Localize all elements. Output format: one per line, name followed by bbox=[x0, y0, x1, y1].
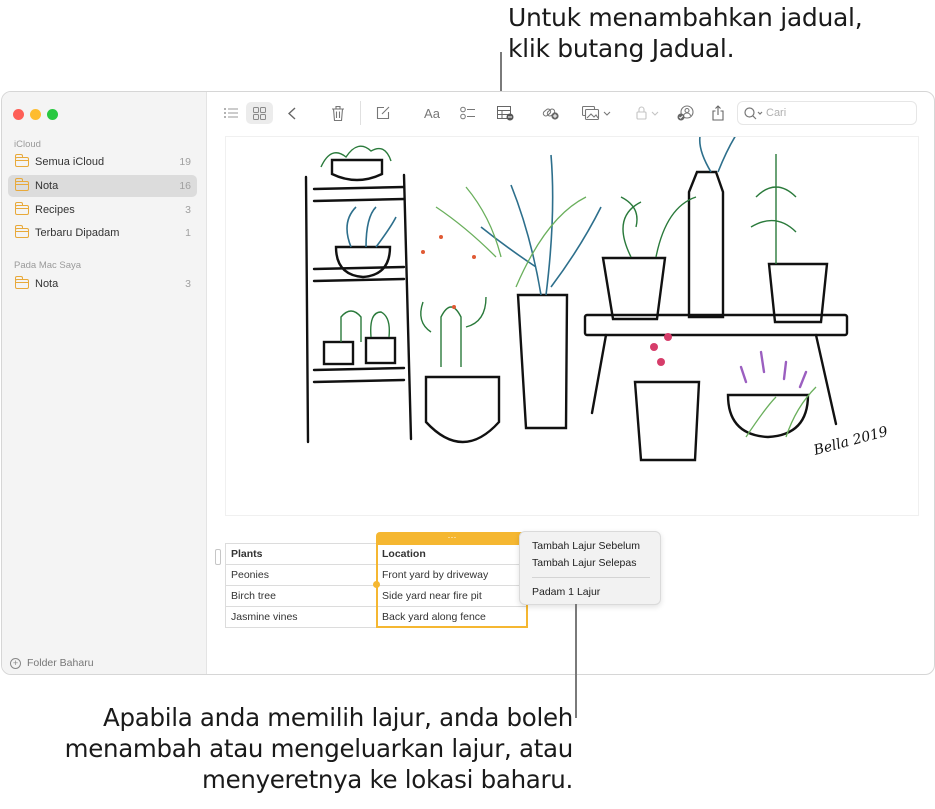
section-label-pada-mac-saya: Pada Mac Saya bbox=[14, 260, 82, 271]
table-cell[interactable]: Peonies bbox=[225, 564, 377, 586]
collaborate-button[interactable] bbox=[540, 102, 562, 124]
callout-bottom-line-3: menyeretnya ke lokasi baharu. bbox=[202, 765, 573, 794]
list-icon bbox=[224, 108, 238, 118]
folder-icon bbox=[15, 202, 29, 215]
sidebar-item-nota[interactable]: Nota 16 bbox=[8, 175, 197, 197]
plus-circle-icon: + bbox=[10, 657, 21, 669]
sidebar-item-recipes[interactable]: Recipes 3 bbox=[8, 199, 197, 221]
table-header-cell[interactable]: Location bbox=[376, 543, 528, 565]
folder-name: Semua iCloud bbox=[35, 156, 105, 168]
minimize-button[interactable] bbox=[30, 109, 41, 120]
grid-icon bbox=[253, 106, 266, 120]
close-button[interactable] bbox=[13, 109, 24, 120]
table-header-cell[interactable]: Plants bbox=[225, 543, 377, 565]
column-resize-handle[interactable] bbox=[373, 581, 380, 588]
delete-button[interactable] bbox=[329, 102, 347, 124]
person-circle-icon bbox=[677, 105, 694, 121]
drawing-signature: Bella 2019 bbox=[811, 424, 890, 459]
table-row: Jasmine vines Back yard along fence bbox=[225, 606, 528, 628]
new-folder-label: Folder Baharu bbox=[27, 657, 94, 669]
plant-drawing[interactable]: Bella 2019 bbox=[225, 131, 919, 516]
callout-top-line-2: klik butang Jadual. bbox=[508, 34, 735, 63]
folder-icon bbox=[15, 225, 29, 238]
folder-count: 1 bbox=[185, 227, 191, 239]
menu-item-add-column-after[interactable]: Tambah Lajur Selepas bbox=[532, 557, 636, 569]
folder-count: 3 bbox=[185, 278, 191, 290]
share-with-button[interactable] bbox=[676, 102, 696, 124]
toolbar-divider bbox=[360, 101, 361, 125]
table-header-row: Plants Location bbox=[225, 543, 528, 565]
notes-window: iCloud Semua iCloud 19 Nota 16 Recipes 3… bbox=[1, 91, 935, 675]
table-cell[interactable]: Jasmine vines bbox=[225, 606, 377, 628]
folder-name: Nota bbox=[35, 180, 59, 192]
menu-item-delete-column[interactable]: Padam 1 Lajur bbox=[532, 586, 600, 598]
callout-bottom-line-2: menambah atau mengeluarkan lajur, atau bbox=[64, 734, 574, 763]
folder-icon bbox=[15, 178, 29, 191]
folder-count: 16 bbox=[179, 180, 191, 192]
column-handle[interactable]: ··· bbox=[376, 532, 528, 544]
link-plus-icon bbox=[542, 108, 559, 120]
table-button[interactable] bbox=[494, 102, 516, 124]
row-handle[interactable] bbox=[215, 549, 221, 565]
callout-bottom-leader-line bbox=[575, 604, 577, 718]
callout-bottom-line-1: Apabila anda memilih lajur, anda boleh bbox=[103, 703, 573, 732]
table-cell[interactable]: Front yard by driveway bbox=[376, 564, 528, 586]
column-context-menu: Tambah Lajur Sebelum Tambah Lajur Selepa… bbox=[519, 531, 661, 605]
photo-icon bbox=[582, 106, 611, 120]
sidebar-item-nota-local[interactable]: Nota 3 bbox=[8, 273, 197, 295]
sketch-canvas: Bella 2019 bbox=[304, 131, 890, 462]
table-cell[interactable]: Side yard near fire pit bbox=[376, 585, 528, 607]
folder-count: 19 bbox=[179, 156, 191, 168]
format-button[interactable]: Aa bbox=[420, 102, 444, 124]
toolbar: Aa Cari bbox=[207, 92, 934, 132]
table-row: Birch tree Side yard near fire pit bbox=[225, 585, 528, 607]
zoom-button[interactable] bbox=[47, 109, 58, 120]
folder-icon bbox=[15, 154, 29, 167]
menu-divider bbox=[532, 577, 650, 578]
folder-name: Terbaru Dipadam bbox=[35, 227, 120, 239]
compose-button[interactable] bbox=[374, 102, 392, 124]
checklist-button[interactable] bbox=[458, 102, 478, 124]
callout-top-line-1: Untuk menambahkan jadual, bbox=[508, 3, 863, 32]
share-button[interactable] bbox=[709, 102, 727, 124]
share-icon bbox=[712, 105, 724, 121]
checklist-icon bbox=[460, 106, 475, 120]
lock-button[interactable] bbox=[633, 102, 663, 124]
callout-table-button: Untuk menambahkan jadual, klik butang Ja… bbox=[508, 2, 863, 64]
menu-item-add-column-before[interactable]: Tambah Lajur Sebelum bbox=[532, 540, 640, 552]
folder-icon bbox=[15, 276, 29, 289]
table-cell[interactable]: Birch tree bbox=[225, 585, 377, 607]
format-icon: Aa bbox=[424, 105, 440, 121]
trash-icon bbox=[332, 105, 344, 121]
folder-name: Nota bbox=[35, 278, 59, 290]
callout-column-selection: Apabila anda memilih lajur, anda boleh m… bbox=[64, 702, 574, 795]
compose-icon bbox=[376, 106, 390, 120]
sidebar-item-terbaru-dipadam[interactable]: Terbaru Dipadam 1 bbox=[8, 222, 197, 244]
folder-name: Recipes bbox=[35, 204, 75, 216]
search-icon bbox=[744, 106, 763, 119]
new-folder-button[interactable]: + Folder Baharu bbox=[10, 657, 94, 669]
back-button[interactable] bbox=[283, 102, 301, 124]
lock-icon bbox=[636, 106, 659, 120]
sidebar: iCloud Semua iCloud 19 Nota 16 Recipes 3… bbox=[2, 92, 207, 674]
section-label-icloud: iCloud bbox=[14, 139, 41, 150]
sidebar-item-semua-icloud[interactable]: Semua iCloud 19 bbox=[8, 151, 197, 173]
table-cell[interactable]: Back yard along fence bbox=[376, 606, 528, 628]
list-view-button[interactable] bbox=[221, 102, 241, 124]
search-field[interactable]: Cari bbox=[737, 101, 917, 125]
table-icon bbox=[496, 105, 513, 120]
gallery-view-button[interactable] bbox=[246, 102, 273, 124]
chevron-left-icon bbox=[288, 106, 296, 120]
folder-count: 3 bbox=[185, 204, 191, 216]
media-button[interactable] bbox=[579, 102, 615, 124]
column-handle-dots: ··· bbox=[447, 532, 457, 542]
search-placeholder: Cari bbox=[766, 107, 787, 119]
